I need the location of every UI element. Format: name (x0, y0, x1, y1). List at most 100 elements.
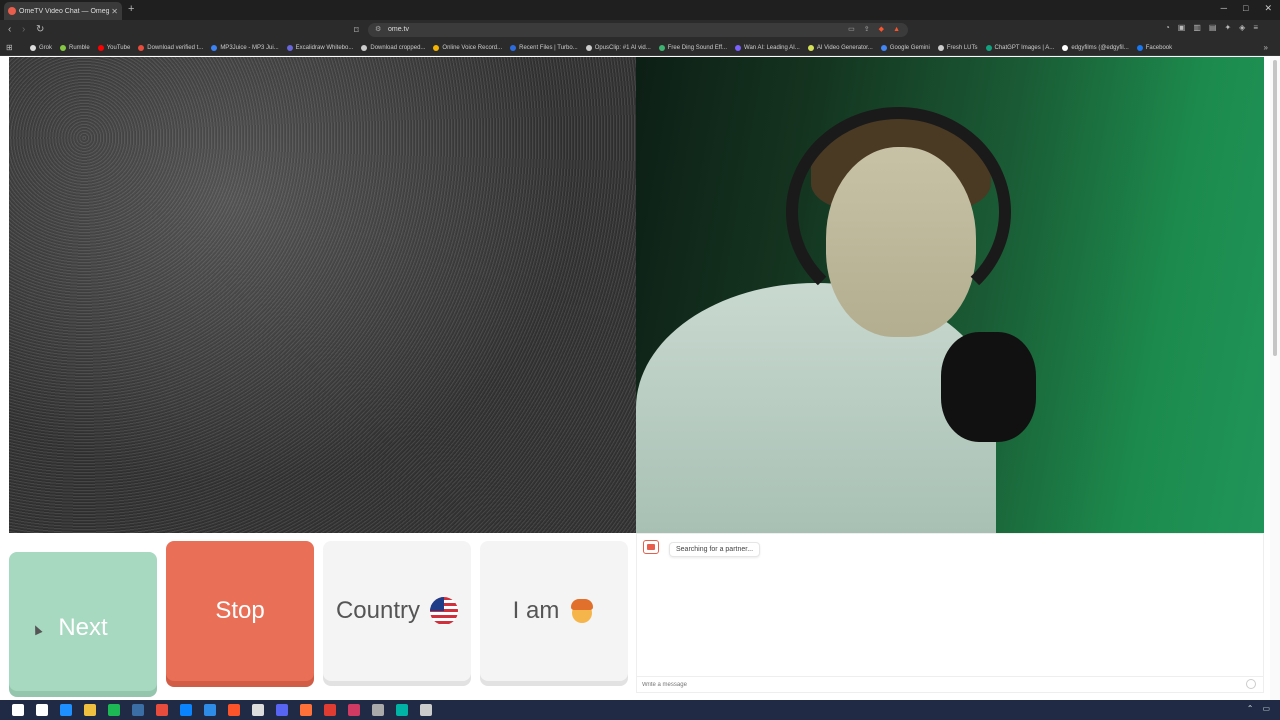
bookmark-favicon-icon (880, 45, 887, 51)
bookmark-item[interactable]: AI Video Generator... (807, 43, 873, 53)
bookmark-item[interactable]: Wan AI: Leading AI... (735, 43, 800, 53)
taskbar-app-icon[interactable] (204, 704, 216, 716)
taskbar-app-icon[interactable] (180, 704, 192, 716)
bookmark-item[interactable]: Excalidraw Whitebo... (286, 43, 354, 53)
bookmark-label: Download verified t... (147, 45, 204, 51)
brave-rewards-icon[interactable]: ▲ (893, 23, 900, 37)
country-button[interactable]: Country (323, 541, 471, 681)
bookmark-item[interactable]: Google Gemini (880, 43, 930, 53)
bookmark-favicon-icon (361, 45, 368, 51)
taskbar-app-icon[interactable] (132, 704, 144, 716)
gender-button[interactable]: I am (480, 541, 628, 681)
url-text: ome.tv (388, 26, 410, 33)
share-icon[interactable]: ⇪ (864, 23, 870, 37)
taskbar-app-icon[interactable] (324, 704, 336, 716)
taskbar-app-icon[interactable] (276, 704, 288, 716)
bookmark-item[interactable]: Rumble (60, 43, 90, 53)
bookmark-label: MP3Juice - MP3 Jui... (220, 45, 279, 51)
close-window-icon[interactable]: ✕ (1264, 3, 1272, 14)
bookmark-item[interactable]: OpusClip: #1 AI vid... (585, 43, 651, 53)
sidebar-icon[interactable]: ▥ (1193, 23, 1201, 32)
bookmark-favicon-icon (30, 45, 36, 51)
reload-icon[interactable]: ↻ (36, 24, 44, 36)
bookmark-label: Grok (39, 45, 53, 51)
close-tab-icon[interactable]: ✕ (111, 7, 118, 16)
ai-icon[interactable]: ✦ (1224, 23, 1231, 32)
bookmark-item[interactable]: Grok (30, 43, 52, 53)
next-button[interactable]: Next (9, 552, 157, 691)
bookmark-label: Google Gemini (889, 45, 930, 51)
bookmark-item[interactable]: Free Ding Sound Eff... (658, 43, 728, 53)
iam-label: I am (512, 597, 560, 624)
bookmark-label: Online Voice Record... (442, 45, 503, 51)
maximize-icon[interactable]: □ (1243, 3, 1248, 14)
bookmark-favicon-icon (807, 45, 814, 51)
taskbar-app-icon[interactable] (420, 704, 432, 716)
bookmark-item[interactable]: Facebook (1136, 43, 1173, 53)
ometv-page: Next Stop Country I am Searching for a p… (0, 56, 1280, 700)
bookmark-favicon-icon (658, 45, 665, 51)
taskbar-app-icon[interactable] (60, 704, 72, 716)
bookmark-label: Recent Files | Turbo... (519, 45, 578, 51)
minimize-icon[interactable]: ─ (1221, 3, 1227, 14)
bookmark-item[interactable]: edgyfilms (@edgyfil... (1062, 43, 1129, 53)
system-tray: ⌃ ▭ (1247, 704, 1270, 713)
tray-overflow-icon[interactable]: ⌃ (1247, 704, 1254, 713)
bookmark-item[interactable]: YouTube (97, 43, 130, 53)
chat-panel: Searching for a partner... (636, 533, 1264, 693)
taskbar-app-icon[interactable] (84, 704, 96, 716)
bookmark-favicon-icon (937, 45, 944, 51)
tab-ometv[interactable]: OmeTV Video Chat — Omegle ✕ (4, 2, 122, 20)
cast-icon[interactable]: ▭ (848, 23, 855, 37)
apps-grid-icon[interactable]: ⊞ (6, 43, 13, 52)
taskbar-app-icon[interactable] (156, 704, 168, 716)
taskbar-app-icon[interactable] (300, 704, 312, 716)
taskbar-app-icon[interactable] (252, 704, 264, 716)
forward-icon[interactable]: › (22, 24, 25, 36)
notifications-icon[interactable]: ▭ (1262, 704, 1270, 713)
reader-icon[interactable]: ▣ (1178, 23, 1186, 32)
taskbar-app-icon[interactable] (372, 704, 384, 716)
self-webcam-video (636, 57, 1264, 533)
bookmark-label: Free Ding Sound Eff... (667, 45, 728, 51)
bookmark-item[interactable]: Fresh LUTs (937, 43, 978, 53)
bookmark-label: Download cropped... (370, 45, 426, 51)
bookmark-item[interactable]: Download cropped... (361, 43, 425, 53)
taskbar-app-icon[interactable] (36, 704, 48, 716)
bookmark-label: Fresh LUTs (946, 45, 978, 51)
emoji-icon[interactable] (1246, 679, 1256, 689)
site-info-icon[interactable]: ⚙ (375, 23, 381, 37)
taskbar-app-icon[interactable] (348, 704, 360, 716)
next-label: Next (58, 613, 108, 641)
bookmark-item[interactable]: Online Voice Record... (433, 43, 502, 53)
new-tab-button[interactable]: + (128, 3, 134, 15)
window-controls: ─ □ ✕ (1221, 3, 1272, 14)
bookmark-item[interactable]: Download verified t... (138, 43, 203, 53)
menu-icon[interactable]: ≡ (1253, 23, 1258, 32)
bookmark-label: Facebook (1145, 45, 1173, 51)
bookmark-item[interactable]: ChatGPT Images | A... (985, 43, 1054, 53)
microphone (941, 332, 1036, 442)
page-scrollbar[interactable] (1270, 56, 1280, 700)
vpn-icon[interactable]: ◈ (1239, 23, 1245, 32)
back-icon[interactable]: ‹ (8, 24, 11, 36)
bookmark-label: Excalidraw Whitebo... (295, 45, 354, 51)
brave-shields-icon[interactable]: ◆ (879, 23, 884, 37)
stop-button[interactable]: Stop (166, 541, 314, 681)
taskbar-app-icon[interactable] (228, 704, 240, 716)
chat-icon[interactable]: ◔ (1165, 23, 1170, 32)
bookmark-icon[interactable]: ⌑ (354, 24, 359, 36)
message-input[interactable] (637, 676, 1263, 692)
taskbar-app-icon[interactable] (12, 704, 24, 716)
bookmark-item[interactable]: Recent Files | Turbo... (510, 43, 578, 53)
browser-tab-strip: OmeTV Video Chat — Omegle ✕ + ─ □ ✕ (0, 0, 1280, 20)
more-bookmarks-icon[interactable]: » (1264, 43, 1268, 52)
bookmark-favicon-icon (286, 45, 293, 51)
bookmark-favicon-icon (138, 45, 145, 51)
wallet-icon[interactable]: ▤ (1209, 23, 1217, 32)
taskbar-app-icon[interactable] (108, 704, 120, 716)
bookmark-item[interactable]: MP3Juice - MP3 Jui... (211, 43, 279, 53)
taskbar-app-icon[interactable] (396, 704, 408, 716)
address-bar[interactable]: ⚙ ome.tv ▭ ⇪ ◆ ▲ (368, 23, 908, 37)
status-message: Searching for a partner... (669, 542, 761, 557)
